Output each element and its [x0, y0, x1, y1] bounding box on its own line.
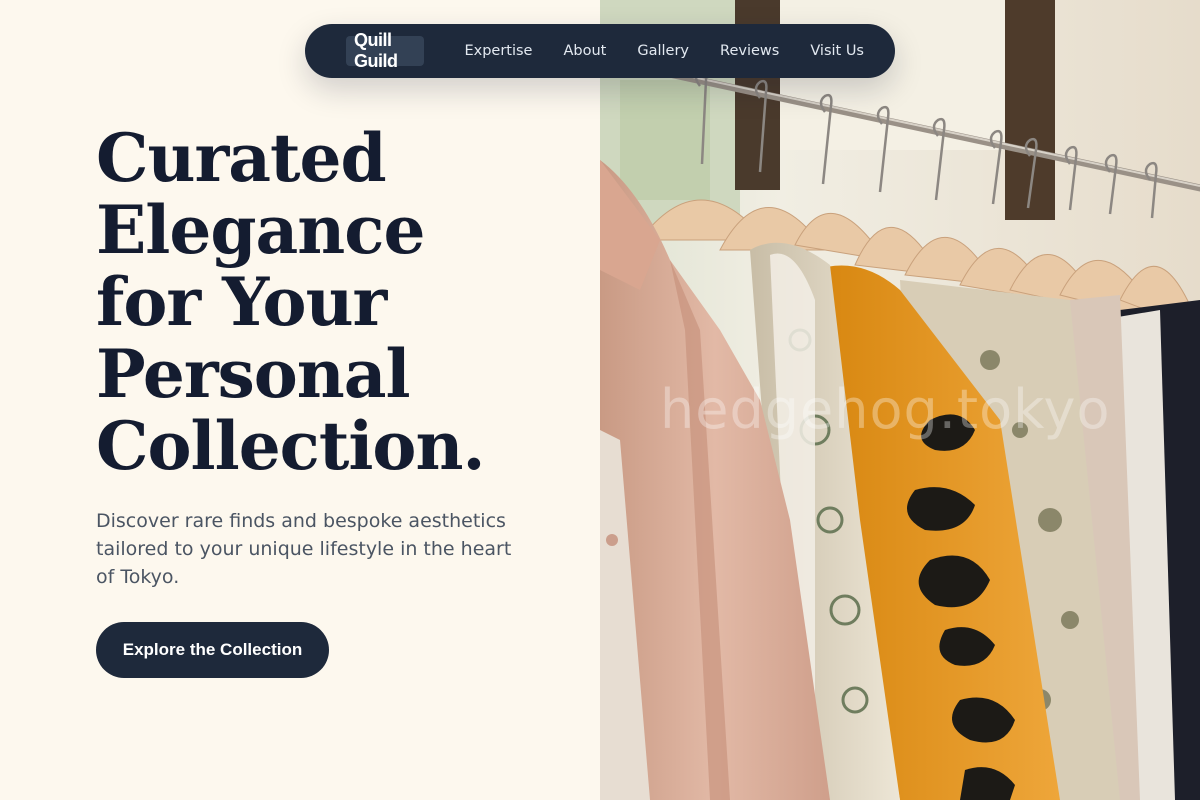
hero-subtitle: Discover rare finds and bespoke aestheti…: [96, 510, 512, 588]
hero-title-line: for Your: [96, 263, 387, 341]
hero-image: hedgehog.tokyo: [600, 0, 1200, 800]
navbar: Quill Guild Expertise About Gallery Revi…: [305, 24, 895, 78]
explore-collection-button[interactable]: Explore the Collection: [96, 622, 329, 678]
nav-link-gallery[interactable]: Gallery: [637, 43, 689, 59]
page: Curated Elegance for Your Personal Colle…: [0, 0, 1200, 800]
hero-title: Curated Elegance for Your Personal Colle…: [96, 122, 576, 482]
hero-title-line: Personal: [96, 335, 411, 413]
hero-title-line: Elegance: [96, 191, 425, 269]
nav-link-expertise[interactable]: Expertise: [464, 43, 532, 59]
brand-logo[interactable]: Quill Guild: [346, 30, 425, 71]
hero-text-panel: Curated Elegance for Your Personal Colle…: [0, 0, 600, 800]
image-watermark: hedgehog.tokyo: [660, 378, 1111, 441]
nav-link-about[interactable]: About: [563, 43, 606, 59]
nav-link-visit-us[interactable]: Visit Us: [810, 43, 864, 59]
hero-title-line: Collection.: [96, 407, 485, 485]
nav-link-reviews[interactable]: Reviews: [720, 43, 779, 59]
hero-title-line: Curated: [96, 119, 387, 197]
